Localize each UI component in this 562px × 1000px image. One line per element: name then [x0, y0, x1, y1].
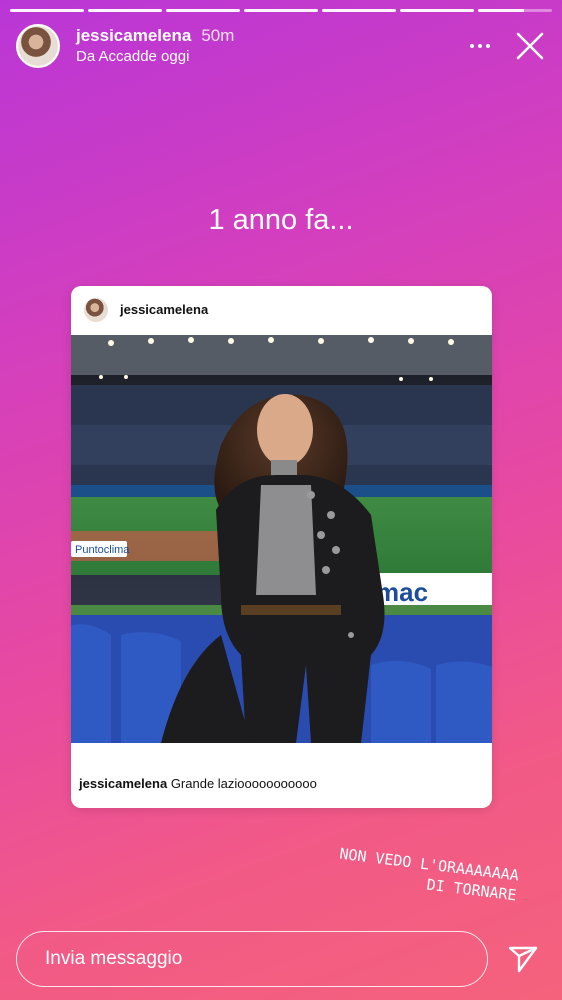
story-header: jessicamelena 50m Da Accadde oggi: [16, 24, 546, 70]
post-photo: Puntoclima mac: [71, 335, 492, 743]
story-time: 50m: [201, 26, 235, 45]
progress-segment: [166, 9, 240, 12]
caption-text: Grande laziooooooooooo: [170, 776, 317, 791]
send-button[interactable]: [506, 942, 540, 976]
post-caption: jessicamelena Grande laziooooooooooo: [79, 776, 317, 791]
message-input[interactable]: Invia messaggio: [45, 932, 182, 986]
memory-headline: 1 anno fa...: [208, 204, 354, 236]
progress-segment: [244, 9, 318, 12]
story-progress-bar: [10, 9, 552, 12]
progress-segment: [88, 9, 162, 12]
story-user-line: jessicamelena 50m: [76, 26, 234, 46]
more-options-button[interactable]: [464, 32, 496, 60]
close-button[interactable]: [514, 30, 546, 62]
username[interactable]: jessicamelena: [76, 26, 191, 45]
shared-post-card[interactable]: jessicamelena Puntoclima mac jessicamele…: [71, 286, 492, 808]
post-username[interactable]: jessicamelena: [120, 302, 208, 317]
avatar-image: [18, 26, 58, 66]
message-input-bar[interactable]: Invia messaggio: [16, 931, 488, 987]
progress-segment: [10, 9, 84, 12]
more-horizontal-icon: [470, 44, 490, 48]
banner-text: Puntoclima: [75, 544, 130, 556]
text-sticker: NON VEDO L'ORAAAAAAA DI TORNARE: [257, 834, 520, 905]
send-icon: [508, 946, 538, 973]
avatar[interactable]: [16, 24, 60, 68]
progress-segment: [400, 9, 474, 12]
post-avatar: [84, 298, 108, 322]
progress-segment-current: [478, 9, 552, 12]
story-subtitle[interactable]: Da Accadde oggi: [76, 48, 189, 65]
caption-username[interactable]: jessicamelena: [79, 776, 167, 791]
close-icon: [516, 32, 544, 60]
progress-segment: [322, 9, 396, 12]
